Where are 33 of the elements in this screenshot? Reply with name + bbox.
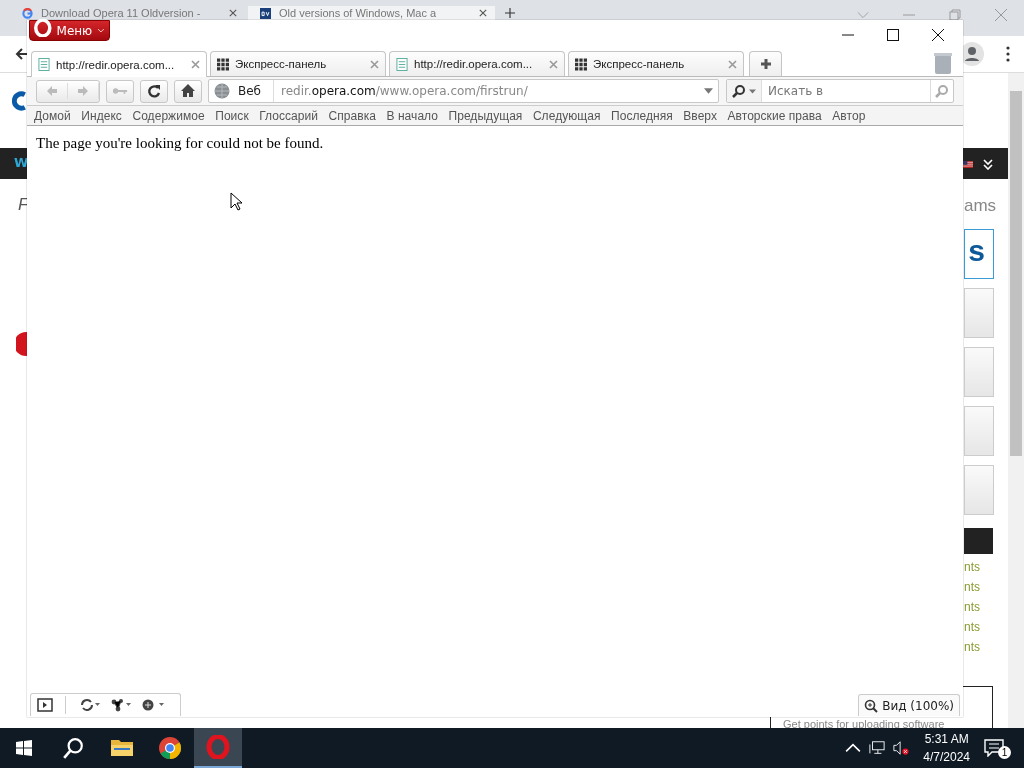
- nav-text: W: [14, 155, 29, 170]
- browser-tab[interactable]: Old versions of Windows, Mac a: [248, 6, 495, 20]
- logo-text: s: [968, 234, 985, 268]
- address-field[interactable]: Веб redir.opera.com/www.opera.com/firstrun/: [208, 79, 719, 103]
- address-label: Веб: [238, 80, 274, 102]
- nav-link[interactable]: Предыдущая: [448, 108, 523, 123]
- browser-tab[interactable]: http://redir.opera.com...: [389, 51, 565, 76]
- nav-link[interactable]: Индекс: [81, 108, 122, 123]
- url-text: redir.opera.com/www.opera.com/firstrun/: [280, 84, 529, 98]
- nav-link[interactable]: Содержимое: [132, 108, 205, 123]
- nav-link[interactable]: Поиск: [215, 108, 249, 123]
- nav-link[interactable]: Домой: [34, 108, 71, 123]
- card-text: Get points for uploading software: [783, 718, 945, 730]
- clock-date[interactable]: 4/7/2024: [923, 748, 970, 766]
- menu-button[interactable]: Меню: [29, 20, 110, 41]
- nav-link[interactable]: Справка: [328, 108, 376, 123]
- nav-link[interactable]: Последняя: [611, 108, 673, 123]
- error-message: The page you're looking for could not be found.: [36, 135, 325, 152]
- browser-tab[interactable]: http://redir.opera.com...: [31, 51, 207, 77]
- browser-tab[interactable]: Экспресс-панель: [568, 51, 744, 76]
- search-box[interactable]: Искать в: [726, 79, 954, 103]
- section-heading: ams: [964, 196, 997, 216]
- search-input[interactable]: Искать в: [762, 84, 930, 98]
- nav-link[interactable]: Вверх: [683, 108, 717, 123]
- nav-link[interactable]: Автор: [832, 108, 866, 123]
- nav-link[interactable]: Следующая: [532, 108, 601, 123]
- nav-link[interactable]: Авторские права: [727, 108, 822, 123]
- nav-link[interactable]: В начало: [386, 108, 438, 123]
- clock-time[interactable]: 5:31 AM: [924, 730, 969, 748]
- nav-link[interactable]: Глоссарий: [259, 108, 319, 123]
- zoom-button[interactable]: Вид (100%): [858, 694, 960, 716]
- browser-tab[interactable]: Download Opera 11 Oldversion -: [20, 6, 245, 20]
- browser-tab[interactable]: Экспресс-панель: [210, 51, 386, 76]
